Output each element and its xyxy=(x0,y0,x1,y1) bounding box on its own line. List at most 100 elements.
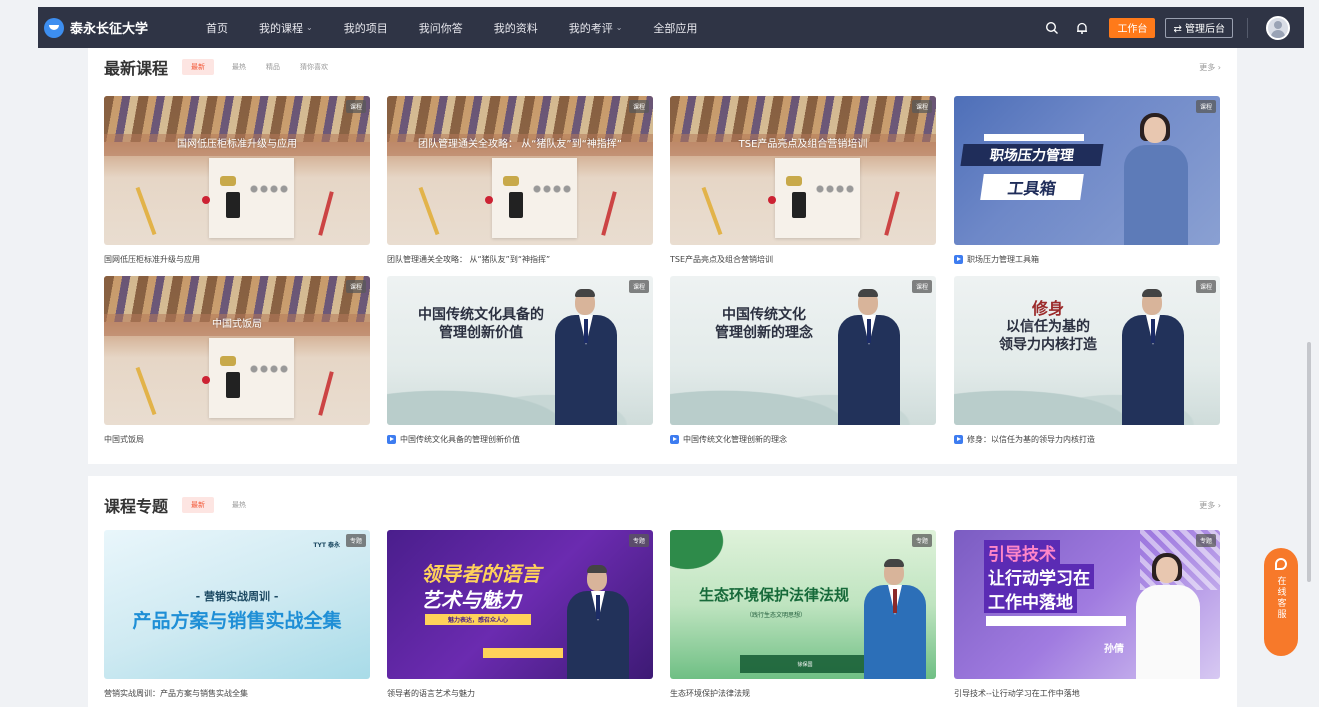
more-link[interactable]: 更多 › xyxy=(1199,500,1221,511)
thumbnail-title: 领导者的语言 xyxy=(421,562,541,586)
presenter-figure xyxy=(1118,289,1188,425)
topic-card[interactable]: TYT 泰永 - 营销实战周训 - 产品方案与销售实战全集 专题 营销实战周训：… xyxy=(104,530,370,699)
course-title-text: 中国传统文化管理创新的理念 xyxy=(683,435,787,444)
figure-part xyxy=(1156,557,1178,583)
figure-part xyxy=(596,595,600,619)
thumb-bg xyxy=(202,196,210,204)
thumb-line: （践行生态文明思想） xyxy=(745,612,806,619)
topbar-actions: 工作台 ⇄ 管理后台 xyxy=(1043,15,1290,40)
topic-title: 生态环境保护法律法规 xyxy=(670,688,936,699)
thumb-bg xyxy=(209,338,294,418)
thumb-line: 中国传统文化具备的 xyxy=(418,307,544,323)
course-card[interactable]: 职场压力管理 工具箱 课程 职场压力管理工具箱 xyxy=(954,96,1220,265)
thumb-bg xyxy=(418,186,440,236)
nav-item-my-materials[interactable]: 我的资料 xyxy=(494,20,538,36)
nav-item-my-evaluations[interactable]: 我的考评 ⌄ xyxy=(569,20,623,36)
course-card[interactable]: 中国传统文化具备的 管理创新价值 课程 中国传统文化具备的管理创新价值 xyxy=(387,276,653,445)
tab-premium[interactable]: 精品 xyxy=(266,62,280,72)
scrollbar-thumb[interactable] xyxy=(1307,342,1311,582)
thumb-bg xyxy=(249,364,289,374)
thumb-line: 以信任为基的 xyxy=(1006,319,1090,335)
nav-item-qa[interactable]: 我问你答 xyxy=(419,20,463,36)
course-badge: 课程 xyxy=(1195,100,1216,113)
brand[interactable]: 泰永长征大学 xyxy=(44,17,182,38)
topic-card[interactable]: 生态环境保护法律法规 （践行生态文明思想） 徐保国 专题 生态环境保护法律法规 xyxy=(670,530,936,699)
more-link[interactable]: 更多 › xyxy=(1199,62,1221,73)
topic-title-text: 领导者的语言艺术与魅力 xyxy=(387,689,475,698)
course-title-text: 修身：以信任为基的领导力内核打造 xyxy=(967,435,1095,444)
course-topics-section: 课程专题 最新 最热 更多 › TYT 泰永 - 营销实战周训 - 产品方案与销… xyxy=(88,476,1237,707)
tab-latest[interactable]: 最新 xyxy=(182,59,215,75)
figure-part xyxy=(884,559,904,567)
thumb-bg xyxy=(318,371,334,416)
presenter-figure xyxy=(563,565,633,679)
nav-item-home[interactable]: 首页 xyxy=(206,20,228,36)
figure-part xyxy=(1124,145,1188,245)
course-title-text: TSE产品亮点及组合营销培训 xyxy=(670,255,774,264)
workbench-button[interactable]: 工作台 xyxy=(1109,17,1156,38)
course-card[interactable]: TSE产品亮点及组合营销培训 课程 TSE产品亮点及组合营销培训 xyxy=(670,96,936,265)
brand-logo-icon xyxy=(44,17,64,38)
thumb-bg xyxy=(775,158,860,238)
course-title: TSE产品亮点及组合营销培训 xyxy=(670,254,936,265)
presenter-figure xyxy=(860,559,930,679)
thumb-line: 管理创新的理念 xyxy=(715,325,813,341)
course-card[interactable]: 中国传统文化 管理创新的理念 课程 中国传统文化管理创新的理念 xyxy=(670,276,936,445)
thumbnail-title: 中国式饭局 xyxy=(212,319,262,330)
divider xyxy=(1247,17,1248,38)
course-title: 修身：以信任为基的领导力内核打造 xyxy=(954,434,1220,445)
bell-icon[interactable] xyxy=(1073,19,1091,37)
tab-hottest[interactable]: 最热 xyxy=(232,62,246,72)
topic-thumbnail: TYT 泰永 - 营销实战周训 - 产品方案与销售实战全集 专题 xyxy=(104,530,370,679)
thumb-logo: TYT 泰永 xyxy=(313,542,340,549)
course-title: 中国传统文化具备的管理创新价值 xyxy=(387,434,653,445)
admin-console-button[interactable]: ⇄ 管理后台 xyxy=(1165,17,1233,38)
topic-card[interactable]: 领导者的语言 艺术与魅力 魅力表达，感召众人心 专题 领导者的语言艺术与魅力 xyxy=(387,530,653,699)
course-thumbnail: TSE产品亮点及组合营销培训 课程 xyxy=(670,96,936,245)
tab-latest[interactable]: 最新 xyxy=(182,497,215,513)
top-navigation-bar: 泰永长征大学 首页 我的课程 ⌄ 我的项目 我问你答 我的资料 我的考评 ⌄ 全部应… xyxy=(38,7,1304,48)
thumb-line: 领导力内核打造 xyxy=(999,337,1097,353)
figure-part xyxy=(584,319,588,343)
nav-item-my-courses[interactable]: 我的课程 ⌄ xyxy=(259,20,313,36)
thumb-line: 修身 xyxy=(1031,299,1064,318)
thumb-bg xyxy=(601,191,617,236)
course-card[interactable]: 团队管理通关全攻略： 从“猪队友”到“神指挥” 课程 团队管理通关全攻略： 从“… xyxy=(387,96,653,265)
nav-item-my-projects[interactable]: 我的项目 xyxy=(344,20,388,36)
thumbnail-title: 引导技术 xyxy=(984,540,1060,565)
course-card[interactable]: 国网低压柜标准升级与应用 课程 国网低压柜标准升级与应用 xyxy=(104,96,370,265)
thumb-line: 管理创新价值 xyxy=(439,325,523,341)
topic-title: 领导者的语言艺术与魅力 xyxy=(387,688,653,699)
avatar[interactable] xyxy=(1266,15,1290,40)
topic-badge: 专题 xyxy=(911,534,932,547)
video-icon xyxy=(954,255,963,264)
thumb-bg xyxy=(509,192,523,218)
thumb-bg xyxy=(701,186,723,236)
thumbnail-title: 国网低压柜标准升级与应用 xyxy=(177,139,297,150)
section-header: 最新课程 最新 最热 精品 猜你喜欢 更多 › xyxy=(104,54,1221,80)
course-title-text: 职场压力管理工具箱 xyxy=(967,255,1039,264)
topic-title: 营销实战周训：产品方案与销售实战全集 xyxy=(104,688,370,699)
video-icon xyxy=(387,435,396,444)
nav-item-all-apps[interactable]: 全部应用 xyxy=(653,20,697,36)
tab-recommended[interactable]: 猜你喜欢 xyxy=(300,62,328,72)
course-title: 国网低压柜标准升级与应用 xyxy=(104,254,370,265)
chevron-down-icon: ⌄ xyxy=(615,23,623,32)
search-icon[interactable] xyxy=(1043,19,1061,37)
course-card[interactable]: 中国式饭局 课程 中国式饭局 xyxy=(104,276,370,445)
thumb-line: 艺术与魅力 xyxy=(421,588,521,612)
thumb-bg xyxy=(532,184,572,194)
tab-hottest[interactable]: 最热 xyxy=(232,500,246,510)
thumb-bg xyxy=(492,158,577,238)
thumbnail-title: 中国传统文化 管理创新的理念 xyxy=(684,306,844,342)
online-support-button[interactable]: 在线客服 xyxy=(1264,548,1298,656)
thumb-bg xyxy=(226,192,240,218)
topic-thumbnail: 生态环境保护法律法规 （践行生态文明思想） 徐保国 专题 xyxy=(670,530,936,679)
thumb-bg xyxy=(209,158,294,238)
thumb-bg xyxy=(249,184,289,194)
thumb-bg xyxy=(220,176,236,186)
main-nav: 首页 我的课程 ⌄ 我的项目 我问你答 我的资料 我的考评 ⌄ 全部应用 xyxy=(182,7,728,48)
topic-badge: 专题 xyxy=(628,534,649,547)
topic-card[interactable]: 引导技术 让行动学习在 工作中落地 孙倩 专题 引导技术--让行动学习在工作中落… xyxy=(954,530,1220,699)
course-card[interactable]: 修身 以信任为基的 领导力内核打造 课程 修身：以信任为基的领导力内核打造 xyxy=(954,276,1220,445)
